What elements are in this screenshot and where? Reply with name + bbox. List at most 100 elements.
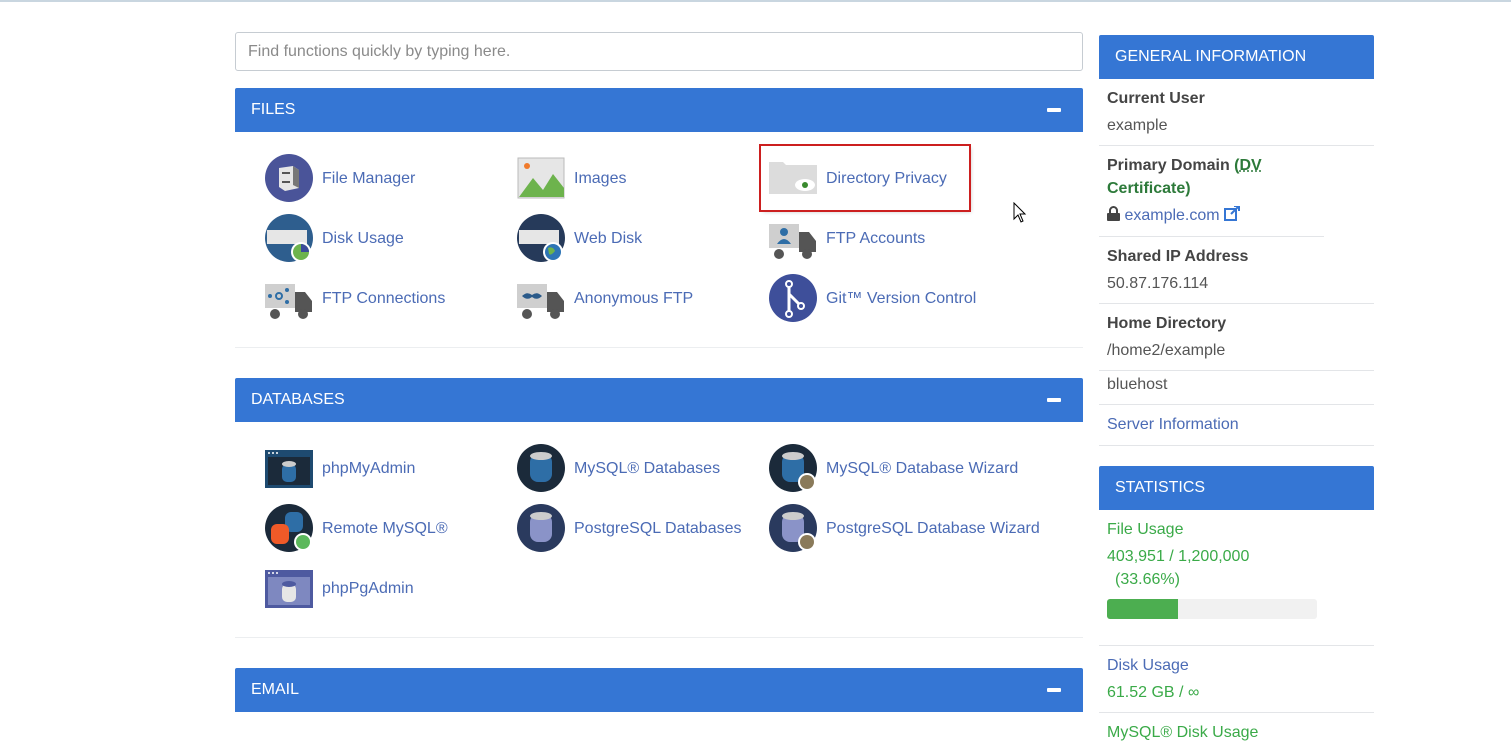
file-usage-row: File Usage 403,951 / 1,200,000 (33.66%) [1099,510,1374,646]
files-items: File Manager Images Directory Privacy Di… [235,132,1083,322]
main-content: FILES File Manager Images Directory Priv… [235,32,1083,712]
disk-usage-icon [265,214,313,262]
anonymous-ftp-label: Anonymous FTP [574,289,694,307]
directory-privacy-link[interactable]: Directory Privacy [759,144,971,212]
web-disk-label: Web Disk [574,229,643,247]
function-search-input[interactable] [235,32,1083,71]
phppgadmin-link[interactable]: phpPgAdmin [265,564,517,612]
postgresql-databases-icon [517,504,565,552]
current-user-label: Current User [1107,90,1205,107]
ftp-accounts-icon [769,224,816,259]
postgresql-databases-link[interactable]: PostgreSQL Databases [517,504,769,552]
file-usage-progress-fill [1107,599,1178,619]
server-information-link[interactable]: Server Information [1107,416,1239,433]
ftp-accounts-label: FTP Accounts [826,229,926,247]
databases-panel-header[interactable]: DATABASES [235,378,1083,422]
databases-panel-title: DATABASES [251,391,345,408]
git-version-control-link[interactable]: Git™ Version Control [769,274,1069,322]
mysql-database-wizard-link[interactable]: MySQL® Database Wizard [769,444,1069,492]
file-usage-progress-bar [1107,599,1317,619]
shared-ip-row: Shared IP Address 50.87.176.114 [1099,237,1374,304]
files-panel-header[interactable]: FILES [235,88,1083,132]
directory-privacy-label: Directory Privacy [826,169,947,187]
remote-mysql-link[interactable]: Remote MySQL® [265,504,517,552]
databases-items: phpMyAdmin MySQL® Databases MySQL® Datab… [235,422,1083,612]
file-manager-icon [265,154,313,202]
mysql-wizard-icon [769,444,817,492]
disk-usage-stat-link[interactable]: Disk Usage [1107,657,1189,674]
primary-domain-label: Primary Domain [1107,157,1230,174]
file-manager-label: File Manager [322,169,416,187]
host-row: bluehost [1099,371,1374,405]
ftp-connections-link[interactable]: FTP Connections [265,274,517,322]
file-usage-percent: (33.66%) [1115,571,1180,588]
dv-certificate-label: Certificate) [1107,180,1191,197]
anonymous-ftp-link[interactable]: Anonymous FTP [517,274,769,322]
disk-usage-value: 61.52 GB / ∞ [1107,684,1200,701]
images-icon [517,157,565,199]
collapse-icon[interactable] [1047,688,1061,692]
ftp-connections-label: FTP Connections [322,289,446,307]
primary-domain-link[interactable]: example.com [1124,207,1219,224]
web-disk-icon [517,214,565,262]
file-manager-link[interactable]: File Manager [265,154,517,202]
mysql-database-wizard-label: MySQL® Database Wizard [826,459,1019,477]
collapse-icon[interactable] [1047,108,1061,112]
home-directory-label: Home Directory [1107,315,1227,332]
phpmyadmin-link[interactable]: phpMyAdmin [265,444,517,492]
databases-panel: DATABASES phpMyAdmin MySQL® Databases My… [235,378,1083,638]
home-directory-value: /home2/example [1107,342,1226,359]
phppgadmin-label: phpPgAdmin [322,579,414,597]
section-divider [235,637,1083,638]
directory-privacy-icon [769,162,817,194]
git-version-control-label: Git™ Version Control [826,289,977,307]
host-value: bluehost [1107,376,1168,393]
current-user-value: example [1107,117,1168,134]
server-info-row: Server Information [1099,405,1374,446]
file-usage-link[interactable]: File Usage [1107,521,1183,538]
remote-mysql-icon [265,504,313,552]
current-user-row: Current User example [1099,79,1374,146]
disk-usage-label: Disk Usage [322,229,404,247]
phpmyadmin-icon [265,450,313,488]
files-panel: FILES File Manager Images Directory Priv… [235,88,1083,348]
postgresql-databases-label: PostgreSQL Databases [574,519,742,537]
dv-abbr[interactable]: DV [1240,157,1262,174]
home-directory-row: Home Directory /home2/example [1099,304,1374,371]
files-panel-title: FILES [251,101,296,118]
phppgadmin-icon [265,570,313,608]
mouse-cursor-icon [1013,202,1027,223]
mysql-databases-label: MySQL® Databases [574,459,721,477]
shared-ip-value: 50.87.176.114 [1107,275,1209,292]
remote-mysql-label: Remote MySQL® [322,519,448,537]
statistics-header: STATISTICS [1099,466,1374,510]
email-panel-header[interactable]: EMAIL [235,668,1083,712]
postgresql-wizard-icon [769,504,817,552]
ftp-connections-icon [265,284,312,319]
mysql-databases-link[interactable]: MySQL® Databases [517,444,769,492]
images-label: Images [574,169,627,187]
email-panel-title: EMAIL [251,681,300,698]
collapse-icon[interactable] [1047,398,1061,402]
postgresql-database-wizard-link[interactable]: PostgreSQL Database Wizard [769,504,1069,552]
primary-domain-row: Primary Domain (DV Certificate) example.… [1099,146,1324,237]
external-link-icon[interactable] [1224,205,1241,228]
shared-ip-label: Shared IP Address [1107,248,1249,265]
disk-usage-row: Disk Usage 61.52 GB / ∞ [1099,646,1374,713]
mysql-databases-icon [517,444,565,492]
email-panel: EMAIL [235,668,1083,712]
section-divider [235,347,1083,348]
phpmyadmin-label: phpMyAdmin [322,459,416,477]
disk-usage-link[interactable]: Disk Usage [265,214,517,262]
mysql-disk-usage-row: MySQL® Disk Usage [1099,713,1374,752]
general-info-header: GENERAL INFORMATION [1099,35,1374,79]
git-icon [769,274,817,322]
anonymous-ftp-icon [517,284,564,319]
lock-icon [1107,205,1120,228]
images-link[interactable]: Images [517,154,769,202]
web-disk-link[interactable]: Web Disk [517,214,769,262]
mysql-disk-usage-link[interactable]: MySQL® Disk Usage [1107,724,1258,741]
sidebar: GENERAL INFORMATION Current User example… [1099,35,1374,752]
file-usage-value: 403,951 / 1,200,000 [1107,548,1250,565]
postgresql-database-wizard-label: PostgreSQL Database Wizard [826,519,1040,537]
